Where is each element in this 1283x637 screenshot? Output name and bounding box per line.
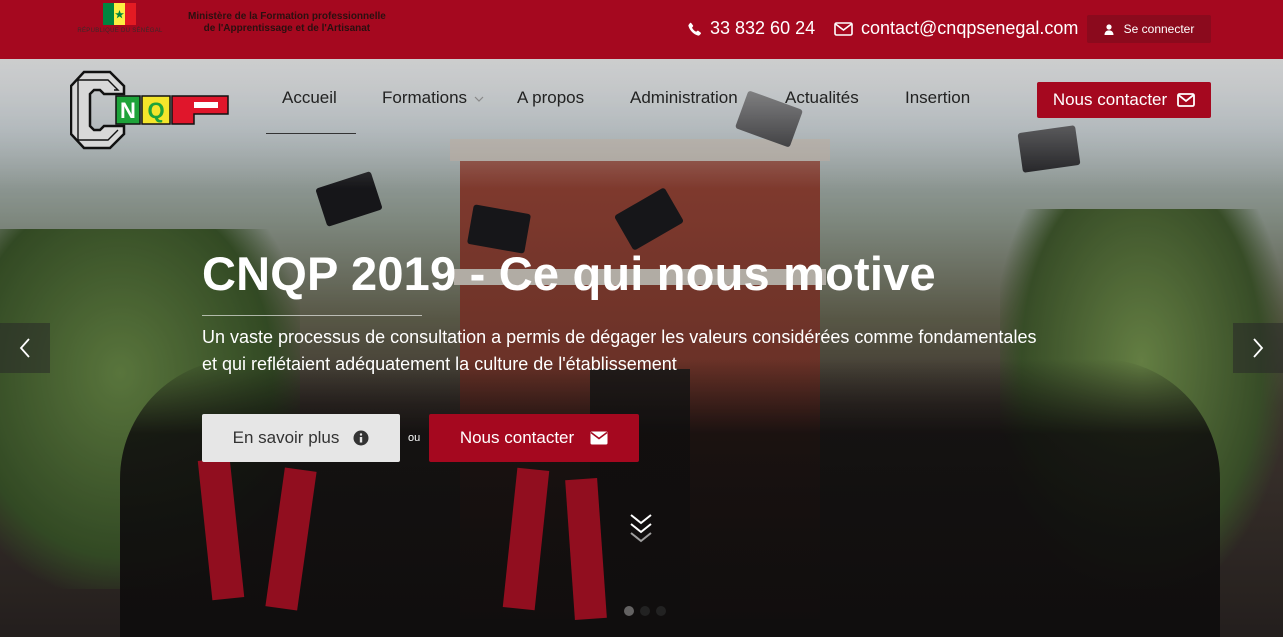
slide-title: CNQP 2019 - Ce qui nous motive xyxy=(202,247,936,300)
login-label: Se connecter xyxy=(1123,22,1195,36)
nav-a-propos[interactable]: A propos xyxy=(517,88,584,108)
slider-dot[interactable] xyxy=(624,606,634,616)
user-icon xyxy=(1104,23,1114,35)
email-contact[interactable]: contact@cnqpsenegal.com xyxy=(834,18,1078,39)
phone-contact[interactable]: 33 832 60 24 xyxy=(688,18,815,39)
title-divider xyxy=(202,315,422,316)
envelope-icon xyxy=(590,431,608,445)
nav-administration[interactable]: Administration xyxy=(630,88,738,108)
nav-formations[interactable]: Formations xyxy=(382,88,484,108)
phone-number: 33 832 60 24 xyxy=(710,18,816,38)
nav-formations-label: Formations xyxy=(382,88,468,107)
slide-description-line-1: Un vaste processus de consultation a per… xyxy=(202,327,1037,347)
top-bar: RÉPUBLIQUE DU SÉNÉGAL Ministère de la Fo… xyxy=(0,0,1283,59)
envelope-icon xyxy=(1177,93,1196,107)
slider-dot[interactable] xyxy=(656,606,666,616)
header-contact-button[interactable]: Nous contacter xyxy=(1037,82,1211,118)
ministry-name: Ministère de la Formation professionnell… xyxy=(188,11,386,35)
svg-text:N: N xyxy=(120,98,136,123)
nav-actualites[interactable]: Actualités xyxy=(785,88,859,108)
previous-slide-button[interactable] xyxy=(0,323,50,373)
chevron-left-icon xyxy=(19,338,30,358)
slide-contact-label: Nous contacter xyxy=(459,428,575,447)
envelope-icon xyxy=(834,21,853,36)
active-nav-indicator xyxy=(266,133,356,134)
next-slide-button[interactable] xyxy=(1233,323,1283,373)
scroll-down-button[interactable] xyxy=(628,512,654,551)
phone-icon xyxy=(688,22,701,36)
nav-accueil[interactable]: Accueil xyxy=(282,88,337,108)
slide-contact-button[interactable]: Nous contacter xyxy=(429,414,639,462)
republic-caption: RÉPUBLIQUE DU SÉNÉGAL xyxy=(77,28,163,34)
chevron-right-icon xyxy=(1253,338,1264,358)
senegal-flag-icon xyxy=(103,3,136,25)
learn-more-label: En savoir plus xyxy=(232,428,340,447)
learn-more-button[interactable]: En savoir plus xyxy=(202,414,400,462)
ministry-line-2: de l'Apprentissage et de l'Artisanat xyxy=(203,23,371,34)
login-button[interactable]: Se connecter xyxy=(1087,15,1211,43)
slider-pagination xyxy=(624,606,666,616)
header-contact-label: Nous contacter xyxy=(1052,90,1168,109)
nav-insertion[interactable]: Insertion xyxy=(905,88,970,108)
slide-description: Un vaste processus de consultation a per… xyxy=(202,324,1042,378)
slider-dot-active[interactable] xyxy=(640,606,650,616)
cnqp-logo[interactable]: N Q xyxy=(69,70,232,150)
double-chevron-down-icon xyxy=(630,514,652,543)
or-separator: ou xyxy=(408,432,421,444)
info-icon xyxy=(353,430,369,446)
slide-description-line-2: et qui reflétaient adéquatement la cultu… xyxy=(202,354,677,374)
svg-text:Q: Q xyxy=(147,98,164,123)
email-address: contact@cnqpsenegal.com xyxy=(861,18,1079,38)
government-emblem: RÉPUBLIQUE DU SÉNÉGAL xyxy=(70,2,170,40)
chevron-down-icon xyxy=(474,96,484,102)
ministry-line-1: Ministère de la Formation professionnell… xyxy=(188,11,386,22)
